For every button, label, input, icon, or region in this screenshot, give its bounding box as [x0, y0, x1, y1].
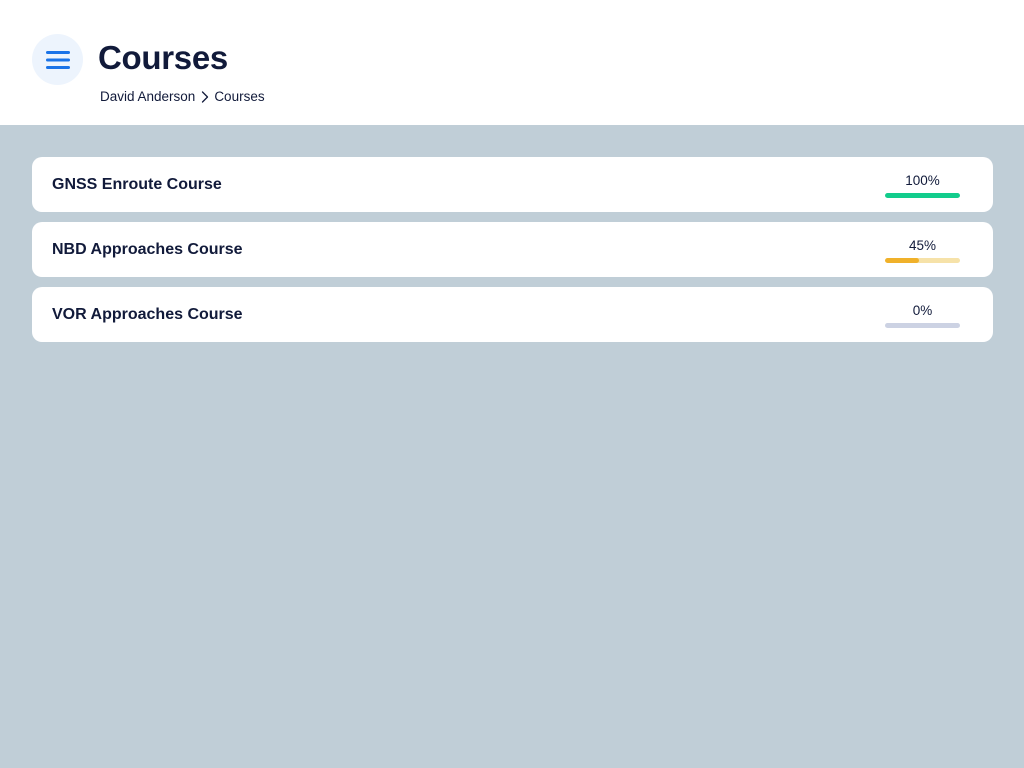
- hamburger-menu-icon: [45, 50, 70, 69]
- chevron-right-icon: [201, 91, 209, 103]
- progress-percent: 0%: [912, 303, 933, 318]
- menu-button[interactable]: [32, 34, 83, 85]
- breadcrumb-item-current: Courses: [214, 89, 265, 104]
- course-name: GNSS Enroute Course: [52, 175, 222, 193]
- course-card-gnss-enroute[interactable]: GNSS Enroute Course 100%: [32, 157, 993, 212]
- course-progress: 45%: [885, 238, 960, 263]
- progress-bar: [885, 258, 960, 263]
- progress-percent: 45%: [908, 238, 937, 253]
- course-card-nbd-approaches[interactable]: NBD Approaches Course 45%: [32, 222, 993, 277]
- app-header: Courses David Anderson Courses: [0, 0, 1024, 125]
- progress-percent: 100%: [905, 173, 940, 188]
- breadcrumb: David Anderson Courses: [100, 88, 265, 106]
- course-name: NBD Approaches Course: [52, 240, 243, 258]
- course-name: VOR Approaches Course: [52, 305, 243, 323]
- progress-bar-fill: [885, 258, 919, 263]
- course-list: GNSS Enroute Course 100% NBD Approaches …: [32, 157, 993, 352]
- page-title: Courses: [98, 39, 228, 76]
- progress-bar: [885, 323, 960, 328]
- course-card-vor-approaches[interactable]: VOR Approaches Course 0%: [32, 287, 993, 342]
- course-progress: 100%: [885, 173, 960, 198]
- progress-bar: [885, 193, 960, 198]
- progress-bar-fill: [885, 193, 960, 198]
- course-progress: 0%: [885, 303, 960, 328]
- breadcrumb-item-user[interactable]: David Anderson: [100, 88, 195, 106]
